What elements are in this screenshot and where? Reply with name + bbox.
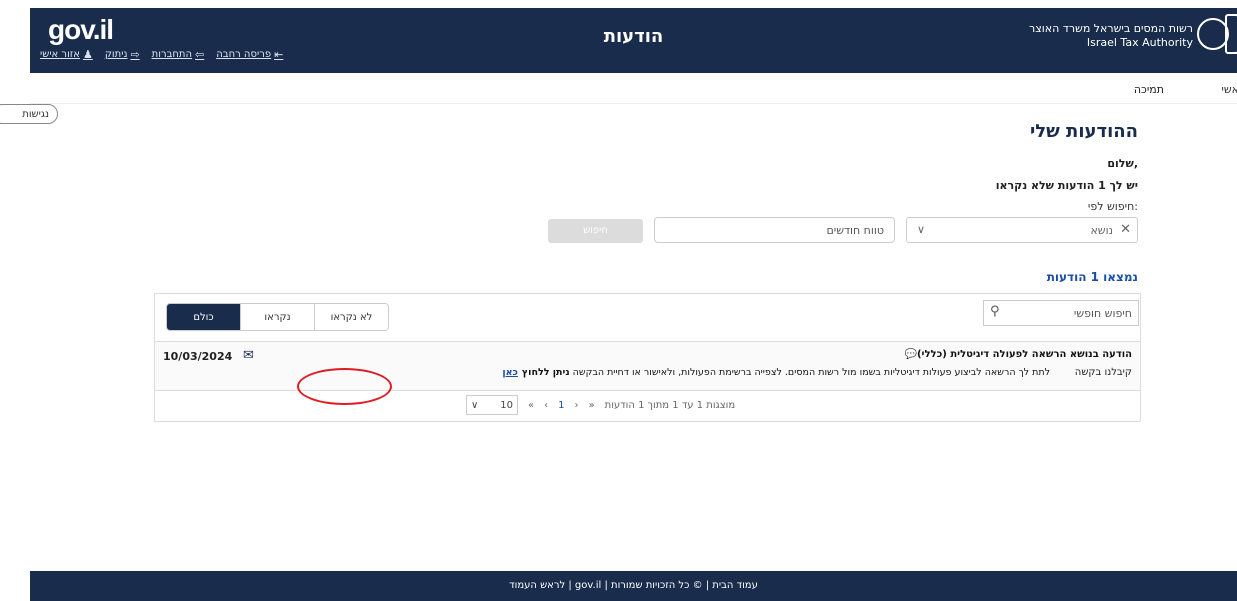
chat-icon: 💬 — [904, 349, 917, 360]
nav-item-support[interactable]: תמיכה — [1134, 83, 1164, 96]
expand-icon: ⇤ — [274, 48, 284, 61]
tab-all[interactable]: כולם — [167, 304, 241, 330]
pagination: ∨ 10 « ‹ 1 › » מוצגות 1 עד 1 מתוך 1 הודעו… — [466, 395, 735, 415]
message-status: קיבלנו בקשה — [1074, 367, 1132, 378]
chevron-down-icon[interactable]: ∨ — [917, 223, 925, 236]
subject-select-value: נושא — [1090, 224, 1113, 237]
free-search-input[interactable]: חיפוש חופשי ⚲ — [983, 300, 1139, 326]
message-body: לתת לך הרשאה לביצוע פעולות דיגיטליות בשמ… — [502, 367, 1050, 378]
footer-links[interactable]: עמוד הבית | © כל הזכויות שמורות | gov.il… — [30, 580, 1237, 591]
greeting: שלום, — [1107, 157, 1138, 170]
site-header: gov.il ♟ אזור אישי ⇨ ניתוק ⇦ התחברות ⇤ פריסה… — [30, 8, 1237, 73]
envelope-icon: ✉ — [243, 348, 254, 363]
header-links: ♟ אזור אישי ⇨ ניתוק ⇦ התחברות ⇤ פריסה רחבה — [40, 48, 283, 61]
here-link[interactable]: כאן — [502, 367, 518, 378]
tax-authority-name: רשות המסים בישראל משרד האוצר Israel Tax … — [1029, 22, 1193, 49]
results-count: נמצאו 1 הודעות — [1046, 270, 1138, 284]
message-title: 💬הודעה בנושא הרשאה לפעולה דיגיטלית (כללי… — [904, 349, 1132, 360]
filter-tabs: כולם נקראו לא נקראו — [166, 303, 389, 331]
clear-icon[interactable]: ✕ — [1120, 222, 1131, 237]
nav-item-personal[interactable]: אשי — [1221, 83, 1237, 96]
accessibility-button[interactable]: נגישות — [0, 104, 58, 124]
left-margin — [0, 0, 30, 601]
wide-layout-link[interactable]: ⇤ פריסה רחבה — [216, 48, 283, 61]
personal-area-link[interactable]: ♟ אזור אישי — [40, 48, 93, 61]
subject-select[interactable]: ✕ נושא ∨ — [906, 217, 1138, 243]
search-button[interactable]: חיפוש — [548, 219, 643, 243]
current-page[interactable]: 1 — [558, 400, 564, 411]
tab-unread[interactable]: לא נקראו — [315, 304, 388, 330]
pagination-summary: מוצגות 1 עד 1 מתוך 1 הודעות — [604, 399, 736, 411]
highlight-circle — [297, 368, 392, 405]
user-icon: ♟ — [82, 48, 93, 61]
first-page-icon[interactable]: « — [528, 400, 534, 411]
top-nav: תמיכה אשי — [30, 73, 1237, 104]
page: gov.il ♟ אזור אישי ⇨ ניתוק ⇦ התחברות ⇤ פריסה… — [0, 0, 1237, 601]
search-by-label: חיפוש לפי: — [1087, 200, 1138, 213]
logout-icon: ⇨ — [130, 48, 140, 61]
login-link[interactable]: ⇦ התחברות — [152, 48, 205, 61]
search-icon[interactable]: ⚲ — [990, 304, 1000, 319]
message-date: 10/03/2024 — [163, 350, 233, 363]
prev-page-icon[interactable]: ‹ — [544, 400, 548, 411]
main-title: ההודעות שלי — [1029, 121, 1138, 142]
chevron-down-icon: ∨ — [471, 399, 479, 411]
messages-panel: כולם נקראו לא נקראו חיפוש חופשי ⚲ 💬הודעה… — [154, 293, 1141, 422]
months-range-input[interactable]: טווח חודשים — [654, 217, 895, 243]
next-page-icon[interactable]: › — [575, 400, 579, 411]
tab-read[interactable]: נקראו — [241, 304, 315, 330]
last-page-icon[interactable]: » — [589, 400, 595, 411]
login-icon: ⇦ — [195, 48, 205, 61]
page-size-select[interactable]: ∨ 10 — [466, 395, 518, 415]
site-footer: עמוד הבית | © כל הזכויות שמורות | gov.il… — [30, 571, 1237, 601]
unread-count-text: יש לך 1 הודעות שלא נקראו — [995, 179, 1138, 192]
state-emblem-icon — [1225, 14, 1237, 54]
free-search-placeholder: חיפוש חופשי — [1073, 307, 1132, 320]
logout-link[interactable]: ⇨ ניתוק — [105, 48, 140, 61]
